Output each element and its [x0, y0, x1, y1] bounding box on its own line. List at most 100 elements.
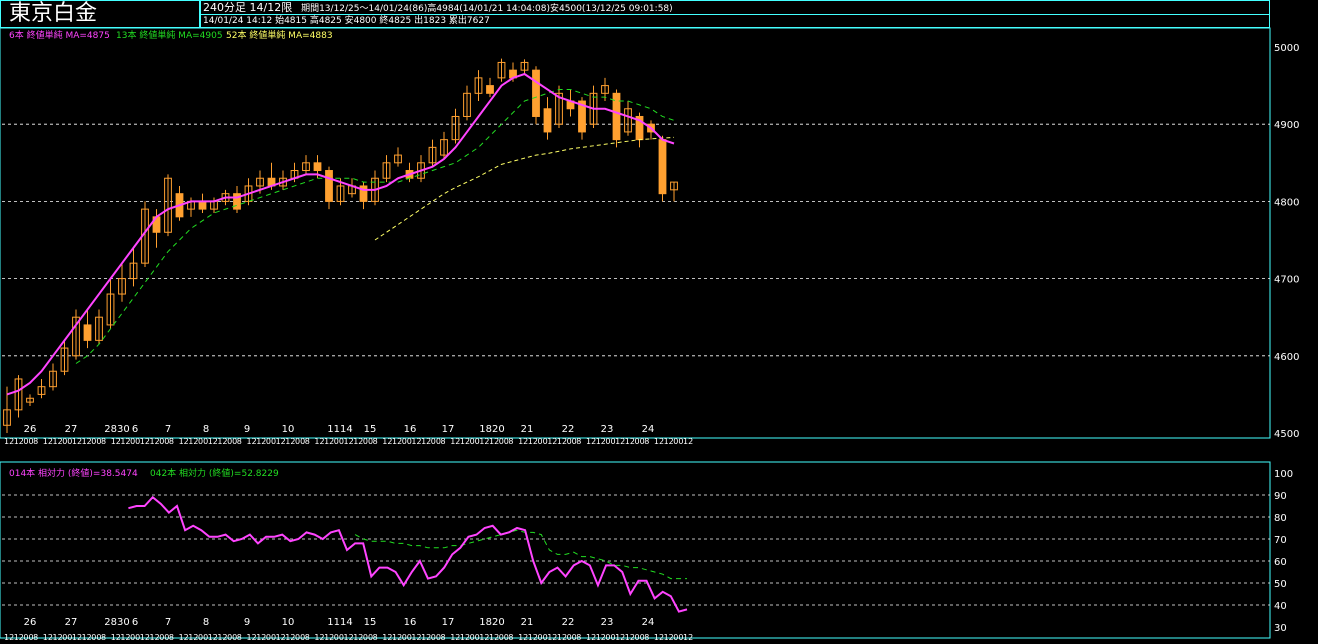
- time-tick: 12: [596, 633, 606, 642]
- time-tick: 12: [596, 437, 606, 446]
- time-tick: 12: [344, 437, 354, 446]
- time-tick: 00: [363, 437, 373, 446]
- time-tick: 8: [33, 437, 38, 446]
- time-tick: 00: [538, 633, 548, 642]
- time-tick: 8: [576, 437, 581, 446]
- time-tick: 12: [53, 633, 63, 642]
- time-tick: 12: [411, 633, 421, 642]
- price-chart[interactable]: 5000 4900 4800 4700 4600 4500 100 90 80 70 60 50 40 3…: [0, 0, 1318, 644]
- time-tick: 12: [683, 437, 693, 446]
- time-tick: 8: [169, 633, 174, 642]
- day-label: 8: [203, 617, 209, 628]
- time-tick: 12: [72, 437, 82, 446]
- time-tick: 12: [276, 633, 286, 642]
- time-tick: 8: [373, 437, 378, 446]
- time-tick: 12: [179, 437, 189, 446]
- time-tick: 12: [179, 633, 189, 642]
- main-frame: [0, 27, 1271, 439]
- time-tick: 12: [382, 633, 392, 642]
- time-tick: 12: [314, 437, 324, 446]
- time-tick: 12: [683, 633, 693, 642]
- day-label: 22: [562, 617, 575, 628]
- legend-ma13: 13本 終値単純 MA=4905: [116, 29, 223, 41]
- time-tick: 12: [150, 437, 160, 446]
- time-tick: 8: [101, 437, 106, 446]
- time-tick: 12: [664, 437, 674, 446]
- time-tick: 00: [470, 437, 480, 446]
- time-tick: 8: [237, 437, 242, 446]
- time-tick: 12: [82, 633, 92, 642]
- time-tick: 00: [605, 437, 615, 446]
- legend-rsi14: 014本 相対力 (終値)=38.5474: [9, 467, 138, 479]
- time-tick: 12: [654, 437, 664, 446]
- time-tick: 12: [120, 633, 130, 642]
- time-tick: 12: [547, 437, 557, 446]
- time-tick: 12: [247, 633, 257, 642]
- time-tick: 12: [314, 633, 324, 642]
- time-tick: 12: [547, 633, 557, 642]
- day-label: 27: [65, 617, 78, 628]
- day-label: 24: [642, 617, 655, 628]
- day-label: 15: [364, 617, 377, 628]
- y-tick-label: 50: [1274, 579, 1287, 590]
- time-tick: 12: [324, 437, 334, 446]
- time-tick: 12: [382, 437, 392, 446]
- time-tick: 12: [353, 437, 363, 446]
- time-tick: 00: [227, 437, 237, 446]
- time-tick: 12: [528, 633, 538, 642]
- time-tick: 8: [508, 437, 513, 446]
- time-tick: 12: [217, 437, 227, 446]
- time-tick: 12: [518, 437, 528, 446]
- time-tick: 00: [91, 437, 101, 446]
- time-tick: 12: [14, 633, 24, 642]
- day-label: 23: [601, 617, 614, 628]
- time-tick: 12: [285, 437, 295, 446]
- time-tick: 12: [120, 437, 130, 446]
- time-tick: 12: [324, 633, 334, 642]
- time-tick: 00: [567, 437, 577, 446]
- time-tick: 12: [188, 633, 198, 642]
- time-tick: 12: [654, 633, 664, 642]
- time-tick: 12: [392, 437, 402, 446]
- time-tick: 00: [130, 633, 140, 642]
- time-tick: 00: [198, 437, 208, 446]
- time-tick: 00: [334, 633, 344, 642]
- candle-down: [543, 108, 552, 133]
- day-label: 15: [364, 424, 377, 435]
- time-tick: 00: [605, 633, 615, 642]
- time-tick: 12: [518, 633, 528, 642]
- day-label: 16: [404, 424, 417, 435]
- time-tick: 00: [62, 633, 72, 642]
- time-tick: 00: [266, 437, 276, 446]
- time-tick: 12: [479, 437, 489, 446]
- day-label: 10: [282, 424, 295, 435]
- day-label: 8: [203, 424, 209, 435]
- time-tick: 00: [431, 437, 441, 446]
- time-tick: 00: [295, 437, 305, 446]
- time-tick: 00: [363, 633, 373, 642]
- day-label: 10: [282, 617, 295, 628]
- time-tick: 12: [421, 437, 431, 446]
- y-tick-label: 5000: [1274, 43, 1299, 54]
- time-tick: 12: [557, 437, 567, 446]
- candle-down: [486, 85, 494, 94]
- day-label: 16: [404, 617, 417, 628]
- day-label: 2830: [104, 424, 129, 435]
- day-label: 27: [65, 424, 78, 435]
- time-tick: 00: [635, 633, 645, 642]
- legend-ma52: 52本 終値単純 MA=4883: [226, 29, 333, 41]
- time-tick: 00: [470, 633, 480, 642]
- y-tick-label: 30: [1274, 623, 1287, 634]
- y-tick-label: 80: [1274, 513, 1287, 524]
- time-tick: 00: [295, 633, 305, 642]
- time-tick: 12: [14, 437, 24, 446]
- time-tick: 12: [256, 633, 266, 642]
- time-tick: 00: [130, 437, 140, 446]
- time-tick: 12: [392, 633, 402, 642]
- time-tick: 12: [285, 633, 295, 642]
- time-tick: 12: [421, 633, 431, 642]
- candle-down: [658, 139, 667, 195]
- time-tick: 12: [344, 633, 354, 642]
- time-tick: 12: [4, 633, 14, 642]
- time-tick: 8: [101, 633, 106, 642]
